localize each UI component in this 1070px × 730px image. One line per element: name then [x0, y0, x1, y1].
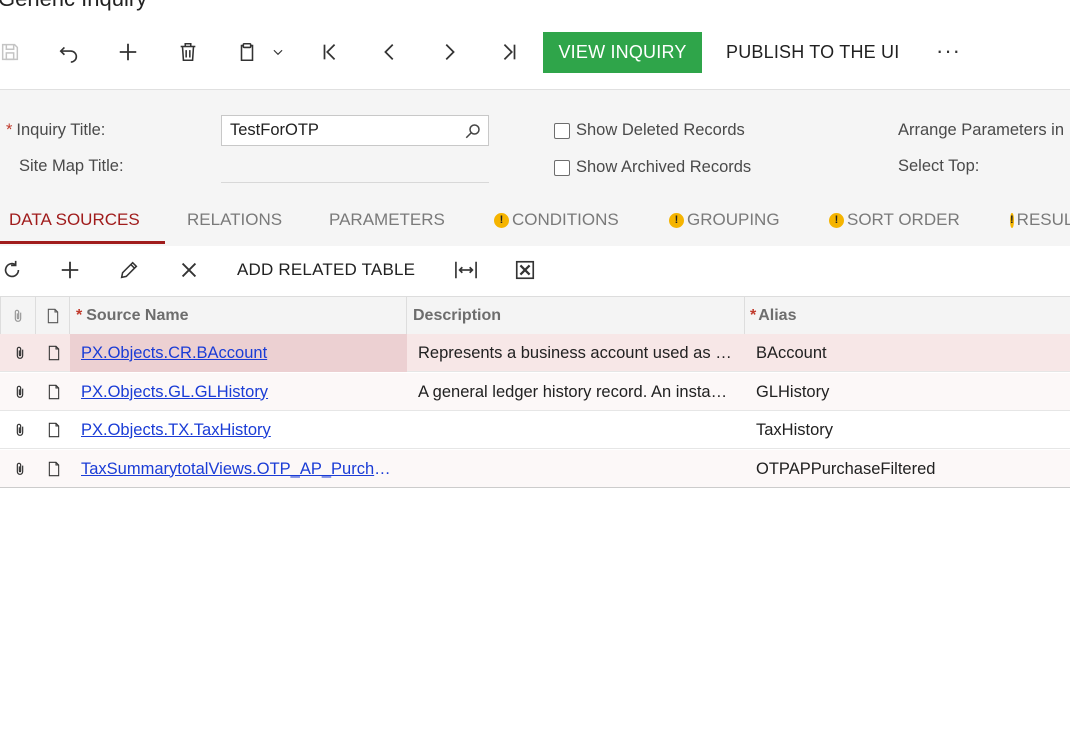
attachments-column-header — [0, 297, 36, 334]
table-row[interactable]: TaxSummarytotalViews.OTP_AP_PurchaseFilt… — [0, 450, 1070, 488]
grid-toolbar: ADD RELATED TABLE — [0, 246, 1070, 296]
warning-icon: ! — [494, 212, 509, 228]
source-name-column-header[interactable]: * Source Name — [70, 297, 407, 334]
tab-data-sources[interactable]: DATA SOURCES — [9, 210, 140, 230]
paperclip-icon[interactable] — [12, 384, 28, 400]
search-icon[interactable] — [464, 122, 482, 140]
description-cell[interactable] — [407, 450, 745, 488]
source-name-cell[interactable]: TaxSummarytotalViews.OTP_AP_PurchaseFilt… — [70, 450, 407, 488]
last-record-icon[interactable] — [495, 38, 523, 66]
first-record-icon[interactable] — [316, 38, 344, 66]
more-icon[interactable]: ··· — [936, 38, 961, 64]
page-title: Generic Inquiry — [0, 0, 147, 12]
export-excel-icon[interactable] — [513, 258, 537, 282]
undo-icon[interactable] — [55, 38, 83, 66]
delete-icon[interactable] — [174, 38, 202, 66]
source-link[interactable]: PX.Objects.CR.BAccount — [81, 344, 267, 363]
tab-results[interactable]: !RESULTS — [1010, 210, 1070, 230]
grid-header: * Source Name Description * Alias — [0, 296, 1070, 335]
document-icon — [47, 308, 58, 323]
source-link[interactable]: PX.Objects.TX.TaxHistory — [81, 421, 271, 440]
description-column-header[interactable]: Description — [407, 297, 745, 334]
save-icon[interactable] — [0, 38, 24, 66]
delete-row-icon[interactable] — [177, 258, 201, 282]
document-icon[interactable] — [46, 422, 62, 438]
tab-sort-order[interactable]: ! SORT ORDER — [829, 210, 960, 230]
warning-icon: ! — [829, 212, 844, 228]
source-link[interactable]: PX.Objects.GL.GLHistory — [81, 383, 268, 402]
chevron-down-icon[interactable] — [265, 38, 291, 66]
tab-conditions[interactable]: ! CONDITIONS — [494, 210, 619, 230]
alias-column-header[interactable]: * Alias — [745, 297, 1070, 334]
warning-icon: ! — [669, 212, 684, 228]
notes-column-header — [36, 297, 70, 334]
show-deleted-label: Show Deleted Records — [576, 121, 745, 139]
show-archived-checkbox[interactable] — [554, 160, 570, 176]
alias-cell[interactable]: GLHistory — [745, 373, 1070, 411]
site-map-title-label: Site Map Title: — [19, 157, 124, 175]
inquiry-title-label: * Inquiry Title: — [6, 121, 106, 139]
description-cell[interactable] — [407, 411, 745, 449]
next-record-icon[interactable] — [435, 38, 463, 66]
table-row[interactable]: PX.Objects.CR.BAccount Represents a busi… — [0, 334, 1070, 372]
tab-relations[interactable]: RELATIONS — [187, 210, 282, 230]
site-map-title-input[interactable] — [221, 182, 489, 183]
description-cell[interactable]: A general ledger history record. An inst… — [407, 373, 745, 411]
inquiry-title-value: TestForOTP — [230, 121, 319, 139]
add-row-icon[interactable] — [58, 258, 82, 282]
refresh-icon[interactable] — [0, 258, 24, 282]
paperclip-icon — [14, 309, 22, 322]
show-archived-label: Show Archived Records — [576, 158, 752, 176]
tab-bar: DATA SOURCES RELATIONS PARAMETERS ! CONDI… — [0, 200, 1070, 247]
main-toolbar: VIEW INQUIRY PUBLISH TO THE UI ··· — [0, 30, 1070, 75]
select-top-label: Select Top: — [898, 157, 980, 175]
warning-icon: ! — [1010, 212, 1014, 228]
alias-cell[interactable]: OTPAPPurchaseFiltered — [745, 450, 1070, 488]
view-inquiry-button[interactable]: VIEW INQUIRY — [543, 32, 702, 73]
description-cell[interactable]: Represents a business account used as a … — [407, 334, 745, 372]
arrange-parameters-label: Arrange Parameters in — [898, 121, 1064, 139]
tab-grouping[interactable]: ! GROUPING — [669, 210, 780, 230]
alias-cell[interactable]: BAccount — [745, 334, 1070, 372]
document-icon[interactable] — [46, 345, 62, 361]
source-link[interactable]: TaxSummarytotalViews.OTP_AP_PurchaseFilt… — [81, 460, 393, 479]
source-name-cell[interactable]: PX.Objects.CR.BAccount — [70, 334, 407, 372]
inquiry-title-input[interactable]: TestForOTP — [221, 115, 489, 146]
source-name-cell[interactable]: PX.Objects.TX.TaxHistory — [70, 411, 407, 449]
inquiry-form: * Inquiry Title: TestForOTP Site Map Titl… — [0, 89, 1070, 201]
table-row[interactable]: PX.Objects.TX.TaxHistory TaxHistory — [0, 411, 1070, 449]
alias-cell[interactable]: TaxHistory — [745, 411, 1070, 449]
add-related-table-button[interactable]: ADD RELATED TABLE — [237, 260, 415, 280]
edit-icon[interactable] — [117, 258, 141, 282]
document-icon[interactable] — [46, 384, 62, 400]
paperclip-icon[interactable] — [12, 422, 28, 438]
publish-to-ui-button[interactable]: PUBLISH TO THE UI — [716, 32, 909, 73]
active-tab-indicator — [0, 241, 165, 244]
document-icon[interactable] — [46, 461, 62, 477]
add-icon[interactable] — [114, 38, 142, 66]
fit-columns-icon[interactable] — [454, 258, 478, 282]
previous-record-icon[interactable] — [376, 38, 404, 66]
show-deleted-checkbox[interactable] — [554, 123, 570, 139]
table-row[interactable]: PX.Objects.GL.GLHistory A general ledger… — [0, 373, 1070, 411]
clipboard-icon[interactable] — [233, 38, 261, 66]
paperclip-icon[interactable] — [12, 345, 28, 361]
paperclip-icon[interactable] — [12, 461, 28, 477]
source-name-cell[interactable]: PX.Objects.GL.GLHistory — [70, 373, 407, 411]
tab-parameters[interactable]: PARAMETERS — [329, 210, 445, 230]
